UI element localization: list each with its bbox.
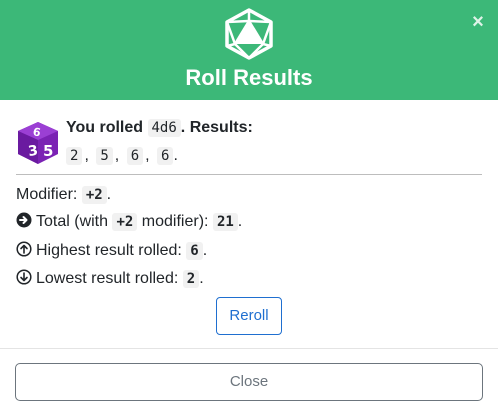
lowest-value: 2 [182,270,200,288]
arrow-circle-right-icon [16,212,32,228]
arrow-circle-up-icon [16,241,32,257]
d20-icon [225,8,273,60]
close-button[interactable]: Close [15,363,483,401]
modifier-value: +2 [81,186,107,204]
result-value: 6 [126,147,144,165]
reroll-button[interactable]: Reroll [216,297,282,335]
total-line: Total (with +2 modifier): 21. [16,212,242,232]
footer-divider [0,348,498,349]
results-list: 2, 5, 6, 6. [66,146,178,166]
result-value: 5 [96,147,113,165]
total-value: 21 [212,213,238,231]
close-icon[interactable]: × [470,12,486,32]
d6-die-icon: 3 5 6 [18,122,58,164]
divider [16,174,482,175]
svg-text:5: 5 [43,142,53,160]
modal-header: Roll Results × [0,0,498,100]
modal-title: Roll Results [185,65,313,90]
total-modifier: +2 [112,213,138,231]
result-value: 6 [157,147,174,165]
rolled-text: You rolled 4d6. Results: [66,119,253,137]
modifier-line: Modifier: +2. [16,186,112,204]
roll-summary: 3 5 6 You rolled 4d6. Results: 2, 5, 6, … [16,118,482,170]
dice-notation: 4d6 [147,119,181,137]
highest-value: 6 [186,242,203,260]
result-value: 2 [66,147,83,165]
highest-line: Highest result rolled: 6. [16,241,207,261]
arrow-circle-down-icon [16,269,32,285]
lowest-line: Lowest result rolled: 2. [16,269,204,289]
